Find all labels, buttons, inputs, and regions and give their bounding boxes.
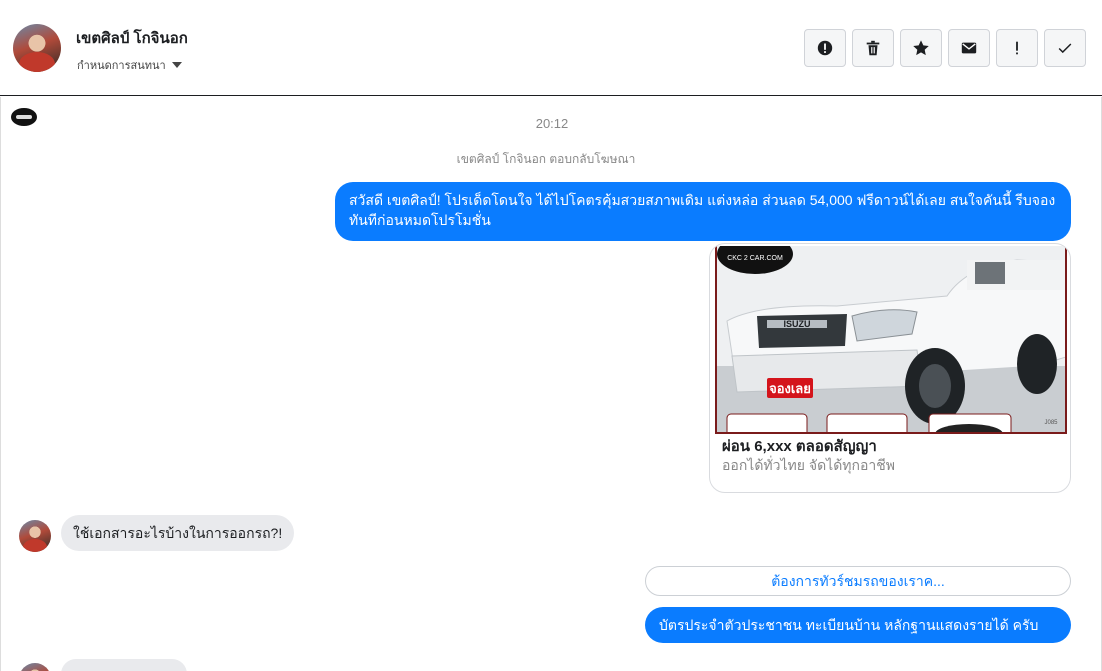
delete-button[interactable] xyxy=(852,29,894,67)
follow-up-button[interactable] xyxy=(996,29,1038,67)
ad-card[interactable]: CKC 2 CAR.COM ISUZU จองเลย J085 ผ่อน 6,x… xyxy=(709,243,1071,493)
star-button[interactable] xyxy=(900,29,942,67)
outgoing-message: สวัสดี เขตศิลป์! โปรเด็ดโดนใจ ได้ไปโคตรค… xyxy=(335,182,1071,241)
conversation-header: เขตศิลป์ โกจินอก กำหนดการสนทนา xyxy=(0,0,1102,96)
car-ad-image: CKC 2 CAR.COM ISUZU จองเลย J085 xyxy=(715,246,1067,434)
ad-reply-note: เขตศิลป์ โกจินอก ตอบกลับโฆษณา xyxy=(456,152,636,166)
ad-image-badge-text: จองเลย xyxy=(769,381,811,396)
contact-avatar[interactable] xyxy=(13,24,61,72)
trash-icon xyxy=(866,40,880,56)
car-illustration: CKC 2 CAR.COM ISUZU จองเลย J085 xyxy=(717,246,1065,432)
conversation-toolbar xyxy=(804,29,1086,67)
ad-card-subtitle: ออกได้ทั่วไทย จัดได้ทุกอาชีพ xyxy=(722,457,896,473)
incoming-message-partial xyxy=(61,659,187,671)
caret-down-icon xyxy=(171,62,182,68)
message-thread: 20:12 เขตศิลป์ โกจินอก ตอบกลับโฆษณา สวัส… xyxy=(0,97,1102,671)
assign-conversation-dropdown[interactable]: กำหนดการสนทนา xyxy=(77,56,182,74)
envelope-icon xyxy=(961,42,977,54)
ad-image-plate-text: J085 xyxy=(1044,420,1058,426)
ad-image-logo-text: CKC 2 CAR.COM xyxy=(727,255,783,262)
mark-done-button[interactable] xyxy=(1044,29,1086,67)
outgoing-message-reply: บัตรประจำตัวประชาชน ทะเบียนบ้าน หลักฐานแ… xyxy=(645,607,1071,643)
contact-avatar-small-2 xyxy=(19,663,51,671)
contact-name[interactable]: เขตศิลป์ โกจินอก xyxy=(76,26,188,50)
alert-circle-icon xyxy=(817,40,833,56)
message-timestamp: 20:12 xyxy=(535,116,569,131)
assign-label: กำหนดการสนทนา xyxy=(77,60,166,72)
contact-avatar-small xyxy=(19,520,51,552)
star-icon xyxy=(913,40,929,56)
mark-spam-button[interactable] xyxy=(804,29,846,67)
exclamation-icon xyxy=(1016,41,1018,55)
mark-unread-button[interactable] xyxy=(948,29,990,67)
ad-image-brand-text: ISUZU xyxy=(784,319,811,329)
incoming-message: ใช้เอกสารอะไรบ้างในการออกรถ?! xyxy=(61,515,295,551)
quick-reply-button[interactable]: ต้องการทัวร์ชมรถของเราค... xyxy=(645,566,1071,596)
check-icon xyxy=(1058,43,1072,54)
